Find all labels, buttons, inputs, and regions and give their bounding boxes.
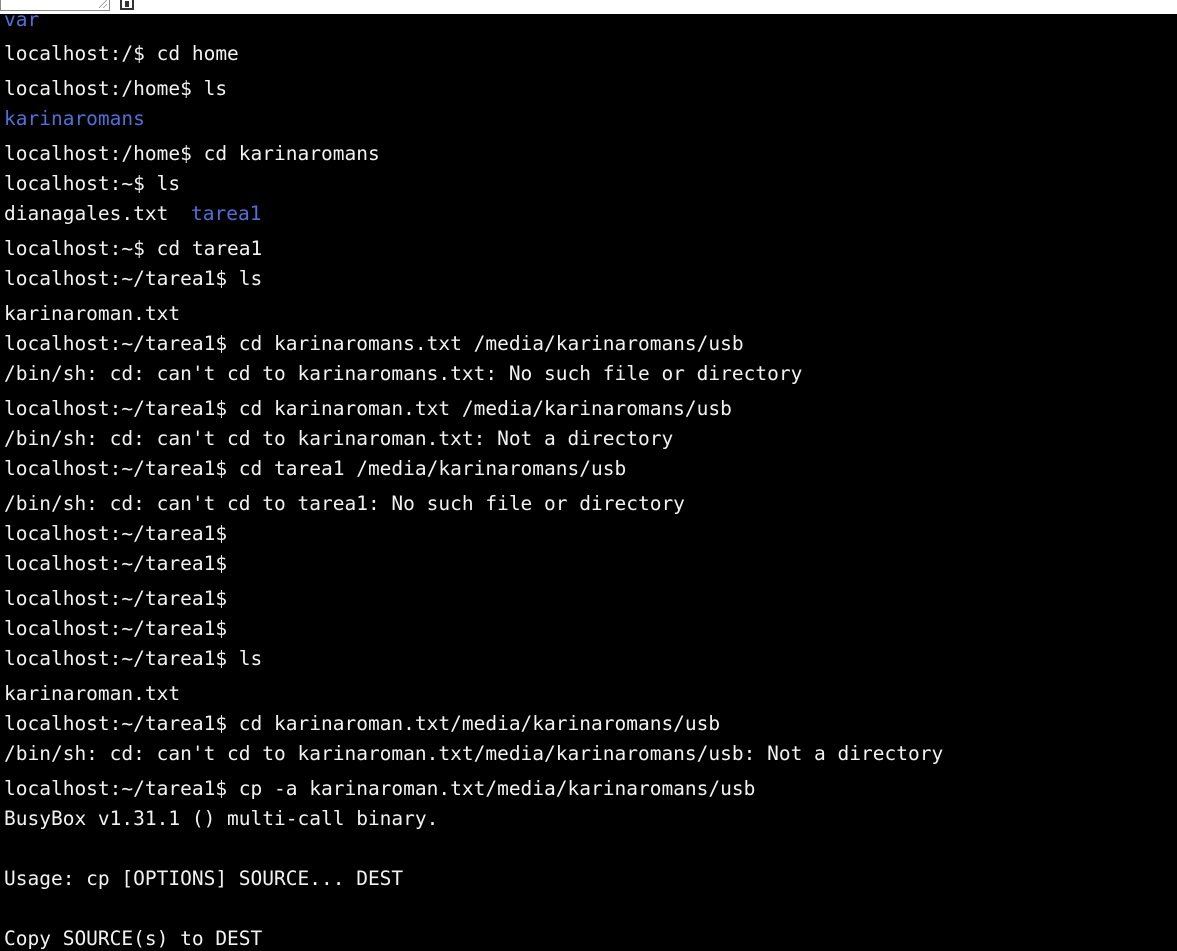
- terminal-line-cp-usage: Usage: cp [OPTIONS] SOURCE... DEST: [4, 867, 404, 890]
- terminal-line-error-tarea1: /bin/sh: cd: can't cd to tarea1: No such…: [4, 492, 685, 515]
- resize-grip-icon[interactable]: [99, 0, 107, 8]
- terminal-line-var-directory: var: [4, 14, 40, 31]
- terminal-line-tarea1-ls: localhost:~/tarea1$ ls: [4, 267, 263, 290]
- terminal-line-karinaromans-directory: karinaromans: [4, 107, 145, 130]
- top-window-strip: [0, 0, 1177, 14]
- terminal-line-empty-prompt-2: localhost:~/tarea1$: [4, 552, 228, 575]
- terminal-line-empty-prompt-1: localhost:~/tarea1$: [4, 522, 228, 545]
- terminal-line-home-dir-ls: localhost:~$ ls: [4, 172, 181, 195]
- terminal-line-error-not-directory: /bin/sh: cd: can't cd to karinaroman.txt…: [4, 427, 674, 450]
- terminal-line-second-ls: localhost:~/tarea1$ ls: [4, 647, 263, 670]
- terminal-line-busybox-version: BusyBox v1.31.1 () multi-call binary.: [4, 807, 439, 830]
- terminal-line-empty-prompt-4: localhost:~/tarea1$: [4, 617, 228, 640]
- terminal-line-cd-combined-path: localhost:~/tarea1$ cd karinaroman.txt/m…: [4, 712, 721, 735]
- terminal-line-tarea1-directory: tarea1: [191, 202, 262, 225]
- terminal-line-cd-home: localhost:/$ cd home: [4, 42, 239, 65]
- terminal-line-cp-command: localhost:~/tarea1$ cp -a karinaroman.tx…: [4, 777, 756, 800]
- small-window-icon: [120, 0, 134, 10]
- terminal-line-cd-karinaromans: localhost:/home$ cd karinaromans: [4, 142, 380, 165]
- resize-box[interactable]: [0, 0, 110, 11]
- terminal-line-cd-tarea1: localhost:~$ cd tarea1: [4, 237, 263, 260]
- terminal-screenshot: var localhost:/$ cd home localhost:/home…: [0, 0, 1177, 951]
- terminal-line-dianagales-file: dianagales.txt: [4, 202, 169, 225]
- terminal-line-cd-karinaroman-txt: localhost:~/tarea1$ cd karinaroman.txt /…: [4, 397, 732, 420]
- terminal-line-cd-tarea1-usb: localhost:~/tarea1$ cd tarea1 /media/kar…: [4, 457, 627, 480]
- terminal-line-cd-karinaromans-txt: localhost:~/tarea1$ cd karinaromans.txt …: [4, 332, 744, 355]
- terminal-line-home-ls: localhost:/home$ ls: [4, 77, 228, 100]
- terminal-line-empty-prompt-3: localhost:~/tarea1$: [4, 587, 228, 610]
- terminal-line-karinaroman-file: karinaroman.txt: [4, 302, 181, 325]
- terminal-line-karinaroman-file-second: karinaroman.txt: [4, 682, 181, 705]
- terminal-line-copy-description: Copy SOURCE(s) to DEST: [4, 927, 263, 950]
- terminal-line-error-combined-path: /bin/sh: cd: can't cd to karinaroman.txt…: [4, 742, 944, 765]
- terminal-output[interactable]: var localhost:/$ cd home localhost:/home…: [0, 14, 1177, 951]
- terminal-line-error-no-such-file: /bin/sh: cd: can't cd to karinaromans.tx…: [4, 362, 803, 385]
